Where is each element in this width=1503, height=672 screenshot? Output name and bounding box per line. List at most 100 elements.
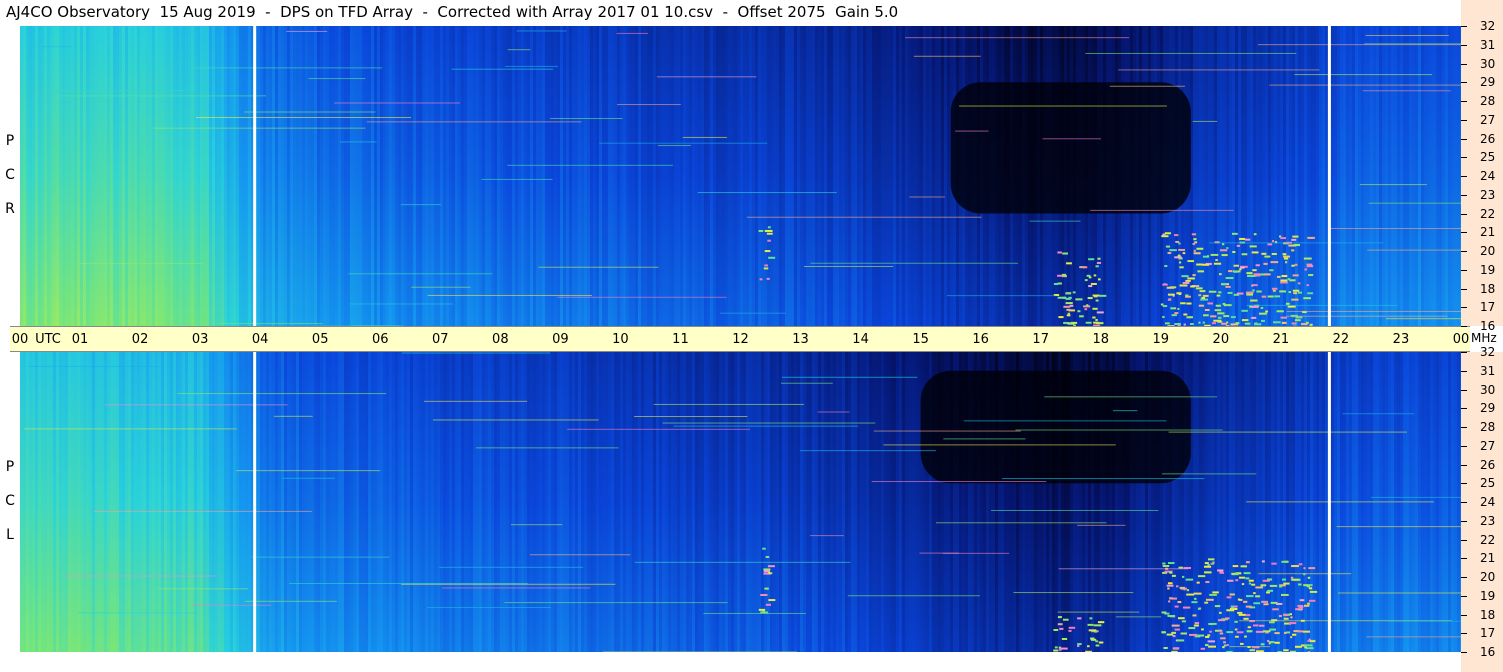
lcp-spectrogram-column xyxy=(506,352,510,652)
lcp-spectrogram-column xyxy=(422,352,426,652)
rcp-spectrogram-column xyxy=(1262,26,1266,326)
lcp-spectrogram-column xyxy=(533,352,537,652)
lcp-burst-speckle xyxy=(1237,598,1241,601)
lcp-burst-speckle xyxy=(1234,620,1238,623)
rcp-spectrogram-column xyxy=(707,26,711,326)
rcp-burst-speckle xyxy=(1253,233,1257,236)
lcp-spectrogram-column xyxy=(647,352,651,652)
rcp-freq-tick-label: 23 xyxy=(1480,187,1496,202)
lcp-spectrogram-column xyxy=(275,352,279,652)
lcp-burst-speckle xyxy=(1178,617,1185,620)
lcp-burst-speckle xyxy=(1290,636,1293,639)
lcp-freq-tick-label: 32 xyxy=(1480,345,1496,359)
lcp-burst-speckle xyxy=(1231,606,1235,609)
lcp-spectrogram-column xyxy=(113,352,117,652)
lcp-burst-speckle xyxy=(1197,634,1205,637)
lcp-rfi-line xyxy=(883,444,1116,446)
lcp-spectrogram-column xyxy=(341,352,345,652)
rcp-spectrogram-column xyxy=(374,26,378,326)
lcp-spectrogram-column xyxy=(563,352,567,652)
lcp-burst-speckle xyxy=(1222,646,1225,649)
rcp-spectrogram-column xyxy=(521,26,525,326)
lcp-burst-speckle xyxy=(1186,593,1195,596)
lcp-burst-speckle xyxy=(1061,637,1068,640)
rcp-rfi-line xyxy=(411,286,471,288)
lcp-burst-speckle xyxy=(1260,643,1265,646)
rcp-spectrogram-column xyxy=(1238,26,1242,326)
rcp-burst-speckle xyxy=(1227,291,1233,294)
rcp-burst-speckle xyxy=(1244,238,1251,241)
rcp-spectrogram-column xyxy=(53,26,57,326)
lcp-spectrogram-column xyxy=(869,352,873,652)
lcp-burst-speckle xyxy=(1212,591,1219,594)
rcp-burst-speckle xyxy=(1162,315,1165,318)
rcp-burst-speckle xyxy=(1250,299,1258,302)
lcp-rfi-line xyxy=(634,561,851,563)
lcp-spectrogram-column xyxy=(713,352,717,652)
rcp-spectrogram-column xyxy=(1352,26,1356,326)
lcp-burst-speckle xyxy=(1268,641,1275,644)
rcp-burst-speckle xyxy=(1263,273,1271,276)
rcp-burst-speckle xyxy=(1292,235,1299,238)
lcp-spectrogram-column xyxy=(731,352,735,652)
rcp-spectrogram-column xyxy=(1298,26,1302,326)
lcp-rfi-line xyxy=(245,600,337,602)
lcp-freq-tick-mark xyxy=(1461,502,1467,503)
rcp-burst-speckle xyxy=(1221,254,1228,257)
lcp-spectrogram-column xyxy=(704,352,708,652)
rcp-spectrogram-column xyxy=(116,26,120,326)
rcp-rfi-line xyxy=(78,262,204,264)
rcp-spectrogram-column xyxy=(899,26,903,326)
rcp-burst-speckle xyxy=(1190,285,1195,288)
rcp-spectrogram-column xyxy=(1304,26,1308,326)
lcp-burst-speckle xyxy=(1209,630,1212,633)
lcp-burst-speckle xyxy=(1214,605,1221,608)
lcp-freq-tick-mark xyxy=(1461,633,1467,635)
rcp-spectrogram-column xyxy=(215,26,219,326)
rcp-burst-speckle xyxy=(1285,302,1290,305)
time-tick-label: UTC xyxy=(35,332,61,347)
lcp-spectrogram-column xyxy=(623,352,627,652)
lcp-burst-speckle xyxy=(1281,560,1288,563)
rcp-burst-speckle xyxy=(1193,249,1196,252)
lcp-spectrogram-column xyxy=(185,352,189,652)
lcp-spectrogram-column xyxy=(773,352,777,652)
rcp-spectrogram-column xyxy=(1379,26,1383,326)
lcp-freq-tick-label: 16 xyxy=(1480,645,1496,659)
rcp-spectrogram-column xyxy=(602,26,606,326)
lcp-freq-tick-mark xyxy=(1461,445,1467,447)
rcp-spectrogram-column xyxy=(830,26,834,326)
rcp-spectrogram-column xyxy=(59,26,63,326)
lcp-freq-tick-mark xyxy=(1461,614,1467,616)
rcp-rfi-line xyxy=(1090,209,1234,211)
rcp-rfi-line xyxy=(400,204,441,206)
rcp-spectrogram-column xyxy=(416,26,420,326)
rcp-burst-speckle xyxy=(1241,319,1249,322)
lcp-spectrogram-column xyxy=(119,352,123,652)
lcp-burst-speckle xyxy=(1192,614,1197,617)
rcp-spectrogram-column xyxy=(842,26,846,326)
lcp-spectrogram-column xyxy=(560,352,564,652)
lcp-burst-speckle xyxy=(1226,631,1234,634)
lcp-burst-speckle xyxy=(762,610,765,613)
rcp-spectrogram-column xyxy=(542,26,546,326)
rcp-burst-speckle xyxy=(1063,305,1071,308)
lcp-rfi-line xyxy=(1168,431,1407,433)
rcp-burst-speckle xyxy=(1176,292,1182,295)
rcp-spectrogram-column xyxy=(947,26,951,326)
lcp-spectrogram xyxy=(20,352,1461,652)
lcp-freq-tick-label: 20 xyxy=(1480,570,1496,584)
lcp-burst-speckle xyxy=(1220,637,1226,640)
rcp-burst-speckle xyxy=(1233,270,1238,273)
lcp-spectrogram-column xyxy=(155,352,159,652)
lcp-burst-speckle xyxy=(1261,560,1265,563)
lcp-spectrogram-column xyxy=(425,352,429,652)
rcp-spectrogram-column xyxy=(26,26,30,326)
lcp-spectrogram-column xyxy=(764,352,768,652)
rcp-spectrogram-column xyxy=(812,26,816,326)
lcp-spectrogram-column xyxy=(290,352,294,652)
rcp-freq-tick-label: 26 xyxy=(1480,131,1496,146)
lcp-burst-speckle xyxy=(1260,584,1267,587)
lcp-freq-tick-mark xyxy=(1461,483,1467,485)
rcp-spectrogram-column xyxy=(743,26,747,326)
